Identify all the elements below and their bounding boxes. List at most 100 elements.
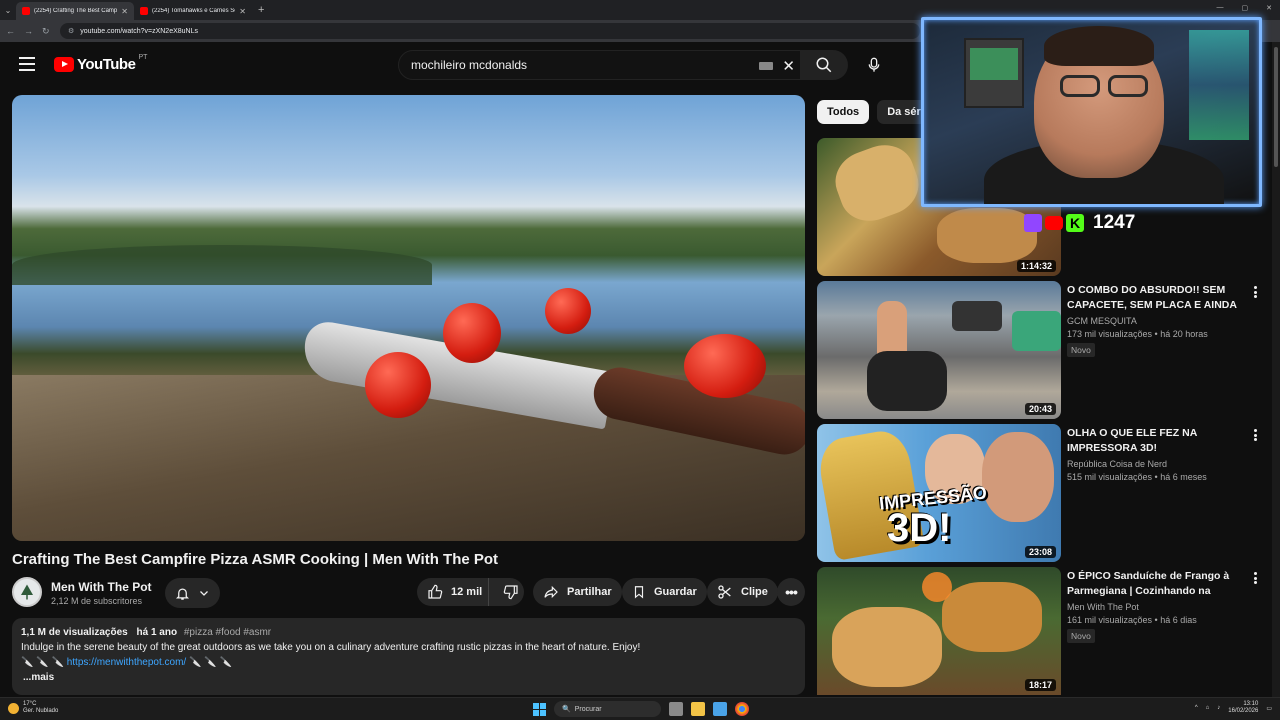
car-shape	[952, 301, 1002, 331]
channel-name[interactable]: Men With The Pot	[51, 580, 152, 594]
browser-tab-active[interactable]: (2254) Crafting The Best Campfi ✕	[16, 2, 134, 20]
country-code: PT	[138, 54, 148, 61]
recommendation-channel[interactable]: Men With The Pot	[1067, 602, 1247, 612]
webcam-overlay	[921, 17, 1262, 207]
search-input[interactable]: mochileiro mcdonalds ✕	[398, 50, 806, 80]
food-image	[827, 138, 927, 230]
recommendation-thumbnail[interactable]: IMPRESSÃO 3D! 23:08	[817, 424, 1061, 562]
website-link[interactable]: https://menwiththepot.com/	[67, 657, 187, 668]
notifications-icon[interactable]: ▭	[1266, 705, 1272, 712]
recommendation-meta: 161 mil visualizações • há 6 dias	[1067, 615, 1197, 625]
scrollbar-thumb[interactable]	[1274, 47, 1278, 167]
task-view-icon[interactable]	[669, 702, 683, 716]
more-vertical-icon[interactable]	[1249, 284, 1261, 300]
video-player[interactable]	[12, 95, 805, 541]
search-icon: 🔍	[562, 706, 571, 713]
clip-button[interactable]: Clipe	[707, 578, 778, 606]
channel-avatar[interactable]	[12, 577, 42, 607]
recommendation-info: OLHA O QUE ELE FEZ NA IMPRESSORA 3D! Rep…	[1067, 426, 1247, 482]
recommendation-item[interactable]: IMPRESSÃO 3D! 23:08 OLHA O QUE ELE FEZ N…	[817, 424, 1267, 562]
person-face	[982, 432, 1054, 522]
back-icon[interactable]: ←	[6, 26, 15, 36]
clear-search-icon[interactable]: ✕	[782, 57, 795, 75]
close-window-icon[interactable]: ✕	[1266, 4, 1272, 12]
share-label: Partilhar	[567, 586, 612, 598]
recommendation-channel[interactable]: República Coisa de Nerd	[1067, 459, 1247, 469]
recommendation-title[interactable]: O COMBO DO ABSURDO!! SEM CAPACETE, SEM P…	[1067, 283, 1247, 313]
video-duration: 20:43	[1024, 403, 1056, 415]
file-explorer-icon[interactable]	[691, 702, 705, 716]
hashtags[interactable]: #pizza #food #asmr	[184, 627, 271, 638]
kick-icon: K	[1066, 214, 1084, 232]
like-dislike-group: 12 mil	[417, 578, 524, 606]
site-info-icon[interactable]: ⚙	[68, 27, 74, 35]
new-tab-button[interactable]: +	[258, 4, 264, 16]
chevron-up-icon[interactable]: ^	[1195, 705, 1198, 711]
video-duration: 1:14:32	[1016, 260, 1056, 272]
webcam-shelf	[1189, 30, 1249, 140]
recommendation-item[interactable]: 18:17 O ÉPICO Sanduíche de Frango à Parm…	[817, 567, 1267, 695]
description-box[interactable]: 1,1 M de visualizações há 1 ano #pizza #…	[12, 618, 805, 695]
recommendation-channel[interactable]: GCM MESQUITA	[1067, 316, 1247, 326]
minimize-icon[interactable]: —	[1217, 4, 1224, 12]
sandwich-image	[832, 607, 942, 687]
video-frame-tomato	[443, 303, 501, 363]
recommendation-title[interactable]: O ÉPICO Sanduíche de Frango à Parmegiana…	[1067, 569, 1247, 599]
twitch-icon	[1024, 214, 1042, 232]
show-more-link[interactable]: ...mais	[21, 672, 796, 683]
keyboard-icon[interactable]	[759, 62, 773, 70]
youtube-play-icon	[54, 57, 74, 72]
tab-search-icon[interactable]: ⌄	[0, 6, 16, 15]
like-button[interactable]: 12 mil	[417, 578, 489, 606]
search-button[interactable]	[800, 50, 848, 80]
reload-icon[interactable]: ↻	[42, 26, 50, 37]
taskbar-search[interactable]: 🔍 Procurar	[554, 701, 661, 717]
url-field[interactable]: ⚙ youtube.com/watch?v=zXN2eX8uNLs	[60, 23, 920, 39]
url-text: youtube.com/watch?v=zXN2eX8uNLs	[80, 27, 198, 35]
recommendation-title[interactable]: OLHA O QUE ELE FEZ NA IMPRESSORA 3D!	[1067, 426, 1247, 456]
subscription-bell-button[interactable]	[165, 578, 220, 608]
weather-widget[interactable]: 17°C Ger. Nublado	[8, 701, 58, 715]
page-scrollbar[interactable]	[1272, 42, 1280, 697]
save-label: Guardar	[654, 586, 697, 598]
recommendation-thumbnail[interactable]: 18:17	[817, 567, 1061, 695]
tab-close-icon[interactable]: ✕	[239, 7, 246, 16]
voice-search-button[interactable]	[858, 50, 890, 80]
browser-tab[interactable]: (2254) Tomahawks e Carnes Se ✕	[134, 2, 252, 20]
new-badge: Novo	[1067, 343, 1095, 357]
tab-title: (2254) Tomahawks e Carnes Se	[152, 8, 236, 14]
tree-logo-icon	[21, 584, 33, 600]
video-frame-tomato	[684, 334, 766, 398]
sandwich-image	[942, 582, 1042, 652]
clock[interactable]: 13:10 16/02/2026	[1228, 701, 1258, 715]
recommendation-meta: 173 mil visualizações • há 20 horas	[1067, 329, 1208, 339]
save-button[interactable]: Guardar	[622, 578, 707, 606]
video-duration: 23:08	[1024, 546, 1056, 558]
menu-icon[interactable]	[19, 57, 35, 71]
more-actions-button[interactable]: •••	[777, 578, 805, 606]
taskbar-apps: 🔍 Procurar	[533, 701, 749, 717]
dislike-button[interactable]	[497, 584, 524, 600]
forward-icon[interactable]: →	[24, 26, 33, 36]
windows-start-icon[interactable]	[533, 702, 546, 716]
car-shape	[1012, 311, 1061, 351]
chrome-icon[interactable]	[735, 702, 749, 716]
more-vertical-icon[interactable]	[1249, 427, 1261, 443]
recommendation-thumbnail[interactable]: 20:43	[817, 281, 1061, 419]
chip-all[interactable]: Todos	[817, 100, 870, 124]
logo-text: YouTube	[77, 56, 136, 73]
tab-close-icon[interactable]: ✕	[121, 7, 128, 16]
webcam-hair	[1044, 26, 1154, 66]
maximize-icon[interactable]: ▢	[1242, 4, 1249, 12]
volume-icon[interactable]: ♪	[1217, 705, 1220, 711]
youtube-logo[interactable]: YouTube PT	[54, 54, 148, 73]
share-button[interactable]: Partilhar	[533, 578, 622, 606]
description-link-line: 🔪 🔪 🔪 https://menwiththepot.com/ 🔪 🔪 🔪	[21, 657, 796, 668]
more-horizontal-icon: •••	[785, 584, 798, 600]
network-icon[interactable]: ⌂	[1206, 705, 1210, 711]
recommendation-item[interactable]: 20:43 O COMBO DO ABSURDO!! SEM CAPACETE,…	[817, 281, 1267, 419]
more-vertical-icon[interactable]	[1249, 570, 1261, 586]
store-icon[interactable]	[713, 702, 727, 716]
microphone-icon	[868, 57, 880, 72]
tab-title: (2254) Crafting The Best Campfi	[34, 8, 118, 14]
